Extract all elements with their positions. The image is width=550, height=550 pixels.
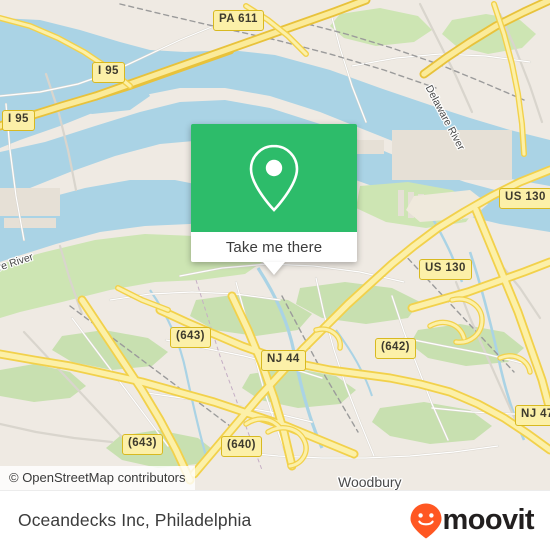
road-shield-nj-47: NJ 47 [515,405,550,426]
popup-header [191,124,357,232]
moovit-wordmark: moovit [442,504,535,536]
road-shield-nj-44: NJ 44 [261,350,306,371]
road-shield-us-130: US 130 [499,188,550,209]
take-me-there-label: Take me there [225,238,323,256]
footer-bar: Oceandecks Inc, Philadelphia moovit [0,490,550,550]
road-shield-640: (640) [221,436,262,457]
road-shield-i-95: I 95 [92,62,125,83]
place-label-woodbury: Woodbury [338,474,402,490]
road-shield-i-95-alt: I 95 [2,110,35,131]
road-shield-us-130-alt: US 130 [419,259,472,280]
popup-pointer-tail [263,262,285,275]
road-shield-642: (642) [375,338,416,359]
road-shield-pa-611: PA 611 [213,10,264,31]
map-canvas[interactable]: Delaware River re River Woodbury PA 611 … [0,0,550,490]
road-shield-643: (643) [170,327,211,348]
place-title: Oceandecks Inc, Philadelphia [18,510,252,530]
moovit-logo[interactable]: moovit [410,503,535,539]
map-pin-icon [249,144,299,212]
moovit-smiley-pin-icon [410,503,442,538]
take-me-there-button[interactable]: Take me there [191,232,357,262]
location-popup-card[interactable]: Take me there [191,124,357,275]
osm-attribution[interactable]: © OpenStreetMap contributors [0,466,195,490]
moovit-map-screen: Delaware River re River Woodbury PA 611 … [0,0,550,550]
road-shield-643-alt: (643) [122,434,163,455]
